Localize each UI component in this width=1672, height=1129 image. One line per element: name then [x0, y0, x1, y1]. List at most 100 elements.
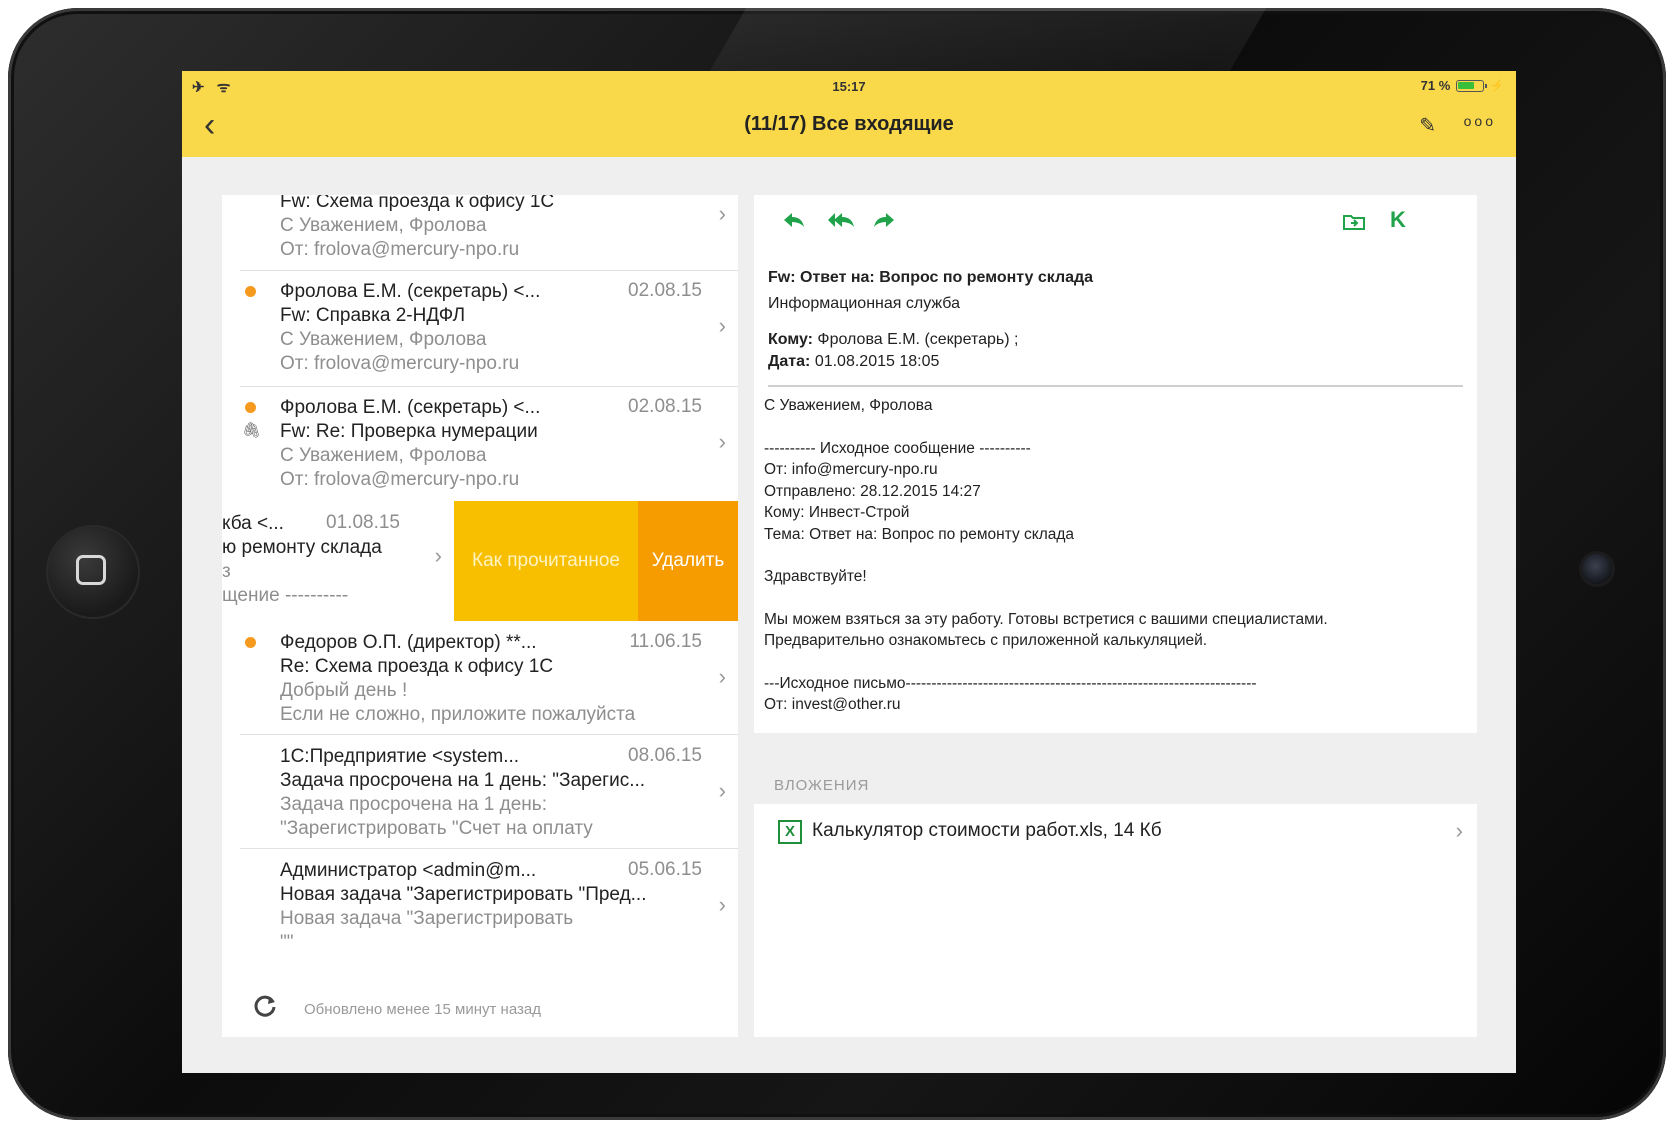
reply-icon[interactable]	[782, 209, 806, 237]
mail-body-line: От: info@mercury-npo.ru	[764, 461, 938, 478]
message-subject: Новая задача "Зарегистрировать "Пред...	[280, 884, 647, 905]
mail-body-line: Мы можем взяться за эту работу. Готовы в…	[764, 610, 1328, 628]
mail-body-line: Отправлено: 28.12.2015 14:27	[764, 482, 981, 500]
front-camera	[1582, 554, 1612, 584]
mail-date-label: Дата:	[768, 353, 811, 370]
attachment-name: Калькулятор стоимости работ.xls, 14 Кб	[812, 820, 1162, 841]
navigation-bar: ‹ (11/17) Все входящие ✎ ooo	[182, 99, 1516, 157]
mail-from: Информационная служба	[768, 295, 960, 312]
message-date: 05.06.15	[628, 859, 702, 880]
message-preview: Задача просрочена на 1 день:	[280, 794, 547, 815]
header-divider	[768, 385, 1463, 387]
reply-all-icon[interactable]	[826, 209, 856, 237]
message-preview: "Зарегистрировать "Счет на оплату	[280, 818, 593, 839]
folder-svg	[1343, 215, 1365, 230]
edit-pencil-icon[interactable]: ✎	[1419, 113, 1436, 138]
status-time: 15:17	[832, 79, 866, 94]
mail-date-value: 01.08.2015 18:05	[814, 353, 940, 370]
mail-body: С Уважением, Фролова ---------- Исходное …	[764, 395, 1464, 716]
status-bar: ✈ ᯤ 15:17 71 % ⚡	[182, 71, 1516, 99]
chevron-right-icon: ›	[718, 313, 726, 338]
message-subject: Fw: Справка 2-НДФЛ	[280, 305, 466, 326]
message-item[interactable]: Администратор <admin@m... 05.06.15 Новая…	[222, 849, 738, 963]
mail-body-line: От: invest@other.ru	[764, 696, 901, 713]
message-preview: С Уважением, Фролова	[280, 445, 487, 466]
mail-body-line: Здравствуйте!	[764, 568, 867, 585]
excel-file-icon: X	[778, 820, 802, 844]
reply-arrow-svg	[784, 213, 804, 227]
reply-all-arrow-svg	[828, 213, 854, 227]
message-sender: Фролова Е.М. (секретарь) <...	[280, 281, 541, 302]
message-preview: щение ----------	[222, 585, 349, 606]
chevron-right-icon: ›	[718, 201, 726, 226]
chevron-right-icon: ›	[718, 664, 726, 689]
k-button[interactable]: K	[1390, 207, 1406, 233]
forward-arrow-svg	[874, 213, 894, 227]
mail-to-value: Фролова Е.М. (секретарь) ;	[817, 331, 1019, 348]
move-to-folder-icon[interactable]	[1342, 211, 1366, 239]
list-footer: Обновлено менее 15 минут назад	[222, 981, 738, 1037]
unread-dot-icon	[245, 286, 256, 297]
message-item[interactable]: Fw: Схема проезда к офису 1С С Уважением…	[222, 195, 738, 271]
mail-subject: Fw: Ответ на: Вопрос по ремонту склада	[768, 269, 1094, 286]
message-item[interactable]: Фролова Е.М. (секретарь) <... 02.08.15 F…	[222, 271, 738, 387]
message-preview: ""	[280, 932, 294, 953]
charging-icon: ⚡	[1490, 80, 1504, 92]
chevron-right-icon: ›	[718, 429, 726, 454]
delete-button[interactable]: Удалить	[638, 501, 738, 621]
refresh-arrow-svg	[254, 995, 276, 1017]
message-sender: Фролова Е.М. (секретарь) <...	[280, 397, 541, 418]
message-list[interactable]: Fw: Схема проезда к офису 1С С Уважением…	[222, 195, 738, 1037]
unread-dot-icon	[245, 402, 256, 413]
last-updated-text: Обновлено менее 15 минут назад	[304, 1001, 541, 1018]
more-options-icon[interactable]: ooo	[1464, 113, 1496, 129]
message-item-swiped[interactable]: кба <... 01.08.15 ю ремонту склада з щен…	[222, 501, 738, 621]
battery-fill	[1458, 81, 1475, 89]
message-item[interactable]: Федоров О.П. (директор) **... 11.06.15 R…	[222, 621, 738, 735]
message-preview: Добрый день !	[280, 680, 408, 701]
attachment-clip-icon: 🖇	[242, 422, 262, 439]
message-date: 01.08.15	[326, 512, 400, 533]
chevron-right-icon: ›	[1455, 818, 1463, 843]
app-screen: ✈ ᯤ 15:17 71 % ⚡ ‹ (11/17) Все входящие …	[182, 71, 1516, 1073]
chevron-right-icon: ›	[718, 892, 726, 917]
message-sender: 1С:Предприятие <system...	[280, 746, 520, 767]
attachments-panel: X Калькулятор стоимости работ.xls, 14 Кб…	[754, 804, 1477, 1037]
message-date: 08.06.15	[628, 745, 702, 766]
forward-icon[interactable]	[872, 209, 896, 237]
unread-dot-icon	[245, 637, 256, 648]
message-subject: Задача просрочена на 1 день: "Зарегис...	[280, 770, 646, 791]
message-sender: кба <...	[222, 513, 284, 534]
mail-to-row: Кому: Фролова Е.М. (секретарь) ;	[768, 329, 1458, 351]
mail-body-line: Предварительно ознакомьтесь с приложенно…	[764, 632, 1208, 649]
message-date: 02.08.15	[628, 280, 702, 301]
mail-body-gap	[764, 652, 1464, 673]
mail-body-gap	[764, 545, 1464, 566]
message-date: 11.06.15	[629, 631, 702, 652]
message-item[interactable]: 🖇 Фролова Е.М. (секретарь) <... 02.08.15…	[222, 387, 738, 501]
mark-read-button[interactable]: Как прочитанное	[454, 501, 638, 621]
message-subject: Fw: Re: Проверка нумерации	[280, 421, 538, 442]
message-preview: С Уважением, Фролова	[280, 329, 487, 350]
refresh-icon[interactable]	[252, 993, 278, 1026]
message-subject: Re: Схема проезда к офису 1С	[280, 656, 554, 677]
mail-body-line: ---Исходное письмо----------------------…	[764, 674, 1257, 692]
mail-body-line: Тема: Ответ на: Вопрос по ремонту склада	[764, 525, 1075, 543]
message-preview: От: frolova@mercury-npo.ru	[280, 239, 520, 260]
mail-to-label: Кому:	[768, 331, 813, 348]
swipe-actions: Как прочитанное Удалить	[454, 501, 738, 621]
message-item[interactable]: 1С:Предприятие <system... 08.06.15 Задач…	[222, 735, 738, 849]
message-preview: От: frolova@mercury-npo.ru	[280, 469, 520, 490]
mail-date-row: Дата: 01.08.2015 18:05	[768, 351, 1458, 373]
app-header: ✈ ᯤ 15:17 71 % ⚡ ‹ (11/17) Все входящие …	[182, 71, 1516, 157]
mail-body-gap	[764, 417, 1464, 438]
battery-percent: 71 %	[1420, 78, 1451, 93]
attachment-item[interactable]: X Калькулятор стоимости работ.xls, 14 Кб…	[754, 804, 1477, 858]
message-date: 02.08.15	[628, 396, 702, 417]
home-square-icon	[76, 555, 106, 585]
page-title: (11/17) Все входящие	[744, 113, 954, 135]
message-sender: Федоров О.П. (директор) **...	[280, 632, 537, 653]
home-button[interactable]	[48, 527, 138, 617]
message-preview: С Уважением, Фролова	[280, 215, 487, 236]
message-sender: Администратор <admin@m...	[280, 860, 537, 881]
